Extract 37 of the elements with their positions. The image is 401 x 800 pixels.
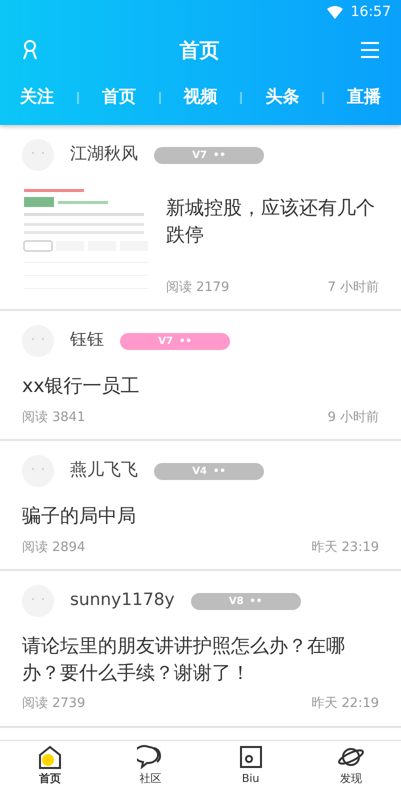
author-name[interactable]: 江湖秋风 <box>70 142 138 168</box>
post-title[interactable]: 新城控股，应该还有几个跌停 <box>166 195 379 248</box>
read-count: 阅读 2179 <box>166 278 230 296</box>
nav-tab[interactable]: 发现 <box>300 741 401 800</box>
nav-tab[interactable]: Biu <box>200 741 301 800</box>
wifi-icon <box>326 6 343 18</box>
author-name[interactable]: sunny1178y <box>70 588 175 614</box>
post-time: 9 小时前 <box>328 408 379 427</box>
read-count: 阅读 2739 <box>22 695 86 714</box>
nav-tab[interactable]: 首页 <box>0 741 100 800</box>
post-title[interactable]: 请论坛里的朋友讲讲护照怎么办？在哪办？要什么手续？谢谢了！ <box>22 633 379 686</box>
post-title[interactable]: xx银行一员工 <box>22 373 379 400</box>
menu-icon[interactable] <box>361 42 379 58</box>
level-text: V4 <box>192 464 207 479</box>
dots-text: •• <box>178 334 192 348</box>
chat-icon <box>137 745 164 769</box>
camera-icon <box>238 745 263 769</box>
dots-text: •• <box>250 594 262 609</box>
page-title: 首页 <box>180 37 220 64</box>
read-count: 阅读 2894 <box>22 538 86 557</box>
level-text: V7 <box>192 148 207 162</box>
dots-text: •• <box>212 148 226 162</box>
dots-text: •• <box>212 464 226 479</box>
post-time: 7 小时前 <box>328 278 379 296</box>
author-name[interactable]: 燕儿飞飞 <box>70 458 138 484</box>
read-count: 阅读 3841 <box>22 408 86 427</box>
planet-icon <box>336 745 365 769</box>
level-text: V8 <box>228 594 244 609</box>
home-icon <box>37 745 64 769</box>
post-title[interactable]: 骗子的局中局 <box>22 503 379 530</box>
nav-tab[interactable]: 社区 <box>100 741 200 800</box>
user-icon[interactable] <box>22 40 38 60</box>
post-time: 昨天 22:19 <box>311 695 379 714</box>
status-time: 16:57 <box>350 2 391 22</box>
post-time: 昨天 23:19 <box>311 538 379 557</box>
author-name[interactable]: 钰钰 <box>70 328 104 354</box>
level-text: V7 <box>158 334 173 348</box>
